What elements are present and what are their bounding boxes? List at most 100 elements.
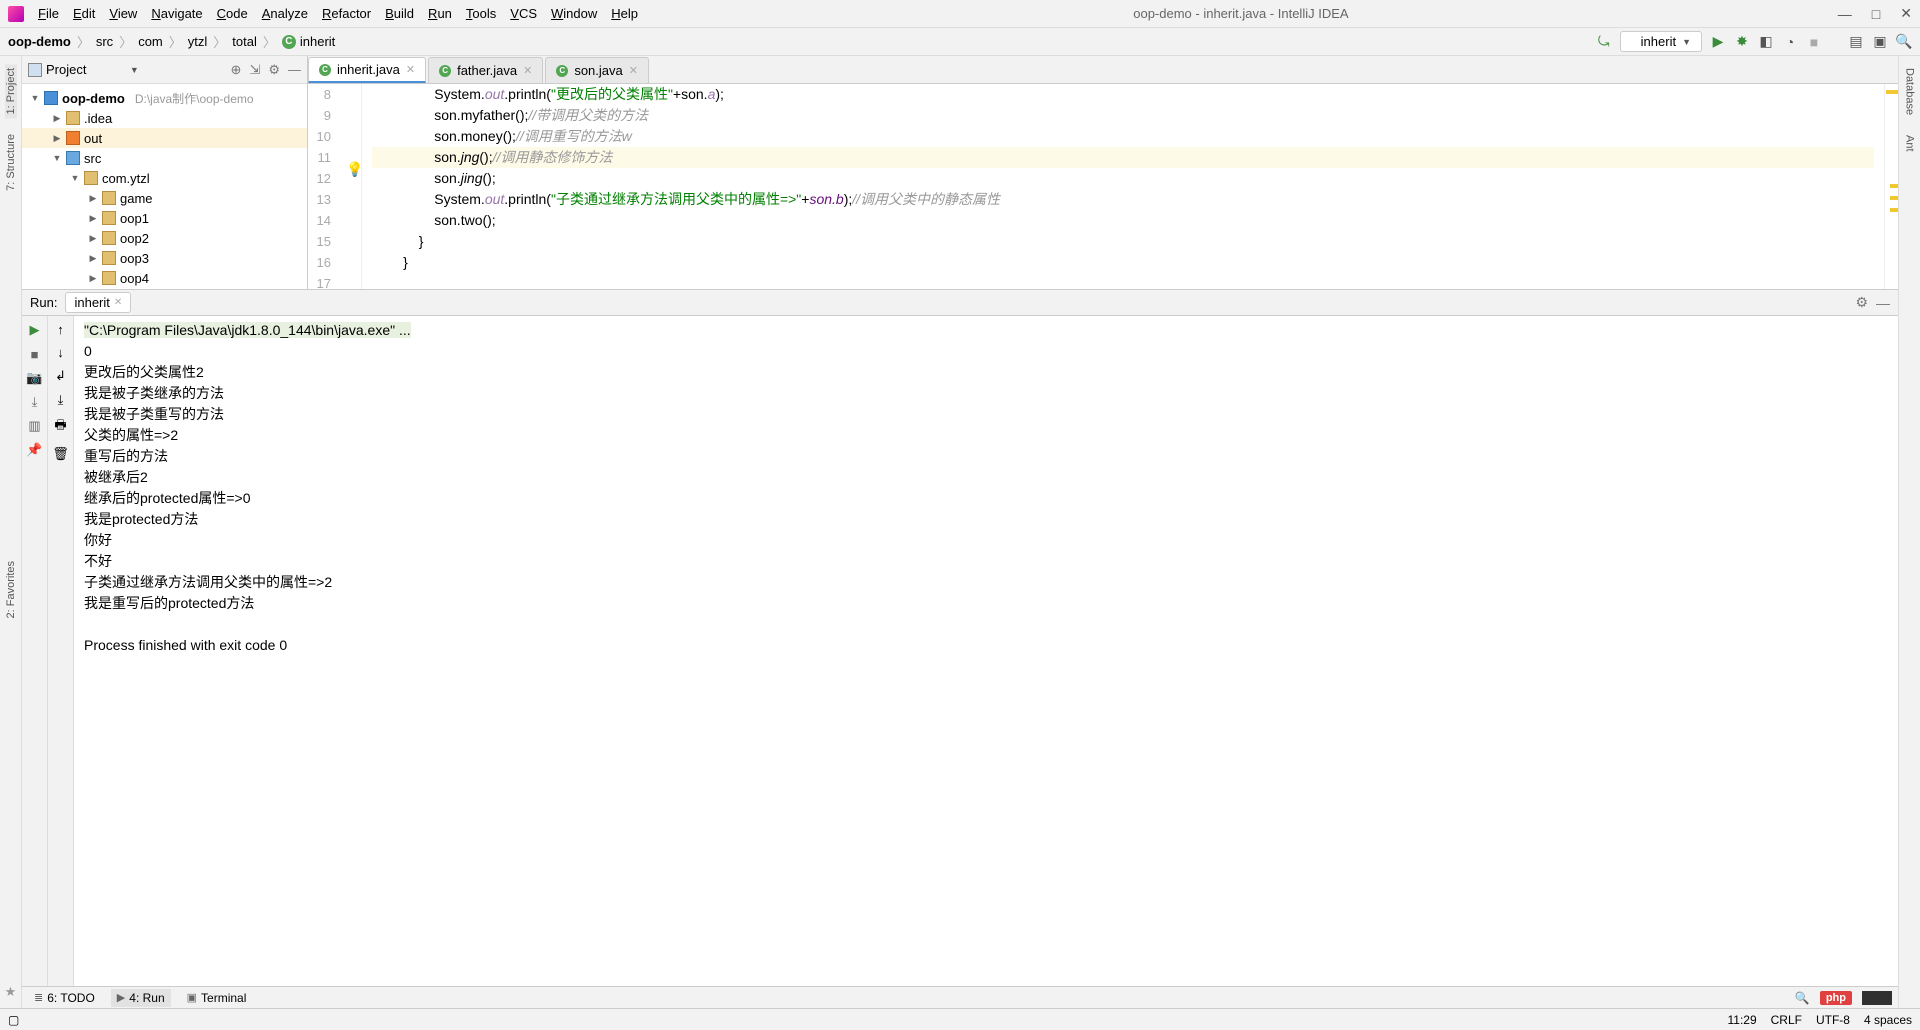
- tree-item-oop2[interactable]: oop2: [22, 228, 307, 248]
- rerun-icon[interactable]: ▶: [27, 322, 43, 338]
- tree-item-com.ytzl[interactable]: com.ytzl: [22, 168, 307, 188]
- breadcrumb-item[interactable]: oop-demo: [8, 34, 71, 49]
- left-tab-project[interactable]: 1: Project: [5, 64, 17, 118]
- tree-item-oop3[interactable]: oop3: [22, 248, 307, 268]
- close-icon[interactable]: ✕: [523, 64, 532, 77]
- left-tab-favorites[interactable]: 2: Favorites: [5, 557, 17, 622]
- expand-arrow-icon[interactable]: [70, 173, 80, 183]
- profile-icon[interactable]: ◔: [1782, 34, 1798, 50]
- search-icon[interactable]: 🔍: [1896, 34, 1912, 50]
- menu-tools[interactable]: Tools: [460, 4, 502, 23]
- menu-navigate[interactable]: Navigate: [145, 4, 208, 23]
- breadcrumb-item[interactable]: ytzl: [188, 34, 208, 49]
- exit-icon[interactable]: ⤓: [27, 394, 43, 410]
- expand-arrow-icon[interactable]: [30, 93, 40, 103]
- breadcrumb-item[interactable]: total: [232, 34, 257, 49]
- project-tree[interactable]: oop-demoD:\java制作\oop-demo.ideaoutsrccom…: [22, 84, 307, 289]
- tree-item-oop4[interactable]: oop4: [22, 268, 307, 288]
- open-anywhere-icon[interactable]: ▣: [1872, 34, 1888, 50]
- expand-arrow-icon[interactable]: [88, 273, 98, 284]
- code-text[interactable]: System.out.println("更改后的父类属性"+son.a); so…: [362, 84, 1884, 289]
- run-config-selector[interactable]: inherit ▼: [1620, 31, 1702, 52]
- chevron-down-icon[interactable]: ▼: [130, 65, 139, 75]
- status-widget-dark[interactable]: [1862, 991, 1892, 1005]
- bottom-tab-terminal[interactable]: ▣Terminal: [181, 989, 253, 1007]
- collapse-all-icon[interactable]: ⇲: [249, 62, 260, 78]
- status-icon[interactable]: ▢: [8, 1013, 19, 1027]
- project-structure-icon[interactable]: ▤: [1848, 34, 1864, 50]
- hide-panel-icon[interactable]: —: [288, 62, 301, 77]
- close-button[interactable]: ✕: [1900, 5, 1912, 22]
- bottom-tab-run[interactable]: ▶4: Run: [111, 989, 171, 1007]
- close-icon[interactable]: ✕: [629, 64, 638, 77]
- menu-help[interactable]: Help: [605, 4, 644, 23]
- expand-arrow-icon[interactable]: [52, 133, 62, 144]
- menu-view[interactable]: View: [103, 4, 143, 23]
- gear-icon[interactable]: ⚙: [1855, 294, 1868, 311]
- caret-position[interactable]: 11:29: [1727, 1013, 1756, 1027]
- breadcrumb-item[interactable]: com: [138, 34, 163, 49]
- expand-arrow-icon[interactable]: [52, 153, 62, 163]
- breadcrumb-item[interactable]: inherit: [300, 34, 335, 49]
- scroll-to-end-icon[interactable]: ⤓: [58, 392, 64, 408]
- expand-arrow-icon[interactable]: [88, 253, 98, 264]
- left-tab-structure[interactable]: 7: Structure: [5, 130, 17, 195]
- menu-analyze[interactable]: Analyze: [256, 4, 314, 23]
- layout-icon[interactable]: ▥: [27, 418, 43, 434]
- gear-icon[interactable]: ⚙: [268, 62, 280, 78]
- stop-icon[interactable]: ■: [27, 346, 43, 362]
- menu-refactor[interactable]: Refactor: [316, 4, 377, 23]
- menu-edit[interactable]: Edit: [67, 4, 101, 23]
- line-separator[interactable]: CRLF: [1771, 1013, 1802, 1027]
- tree-root[interactable]: oop-demoD:\java制作\oop-demo: [22, 88, 307, 108]
- intention-bulb-icon[interactable]: 💡: [346, 159, 363, 180]
- expand-arrow-icon[interactable]: [88, 213, 98, 224]
- run-icon[interactable]: ▶: [1710, 34, 1726, 50]
- tree-item-out[interactable]: out: [22, 128, 307, 148]
- tree-item-src[interactable]: src: [22, 148, 307, 168]
- softwrap-icon[interactable]: ↲: [55, 368, 66, 384]
- menu-window[interactable]: Window: [545, 4, 603, 23]
- tree-item-oop1[interactable]: oop1: [22, 208, 307, 228]
- maximize-button[interactable]: □: [1872, 6, 1880, 22]
- editor-overview-ruler[interactable]: [1884, 84, 1898, 289]
- bottom-tab-todo[interactable]: ≣6: TODO: [28, 989, 101, 1007]
- print-icon[interactable]: 🖶: [54, 416, 66, 438]
- down-icon[interactable]: ↓: [57, 345, 64, 360]
- menu-code[interactable]: Code: [211, 4, 254, 23]
- expand-arrow-icon[interactable]: [52, 113, 62, 124]
- menu-file[interactable]: File: [32, 4, 65, 23]
- pin-icon[interactable]: 📌: [27, 442, 43, 458]
- menu-run[interactable]: Run: [422, 4, 458, 23]
- indent-setting[interactable]: 4 spaces: [1864, 1013, 1912, 1027]
- breadcrumb-item[interactable]: src: [96, 34, 113, 49]
- locate-icon[interactable]: ⊕: [231, 62, 242, 78]
- right-tab-database[interactable]: Database: [1904, 64, 1916, 119]
- php-badge[interactable]: php: [1820, 991, 1852, 1005]
- run-tab-inherit[interactable]: inherit ✕: [65, 292, 131, 313]
- menu-build[interactable]: Build: [379, 4, 420, 23]
- event-log-search-icon[interactable]: 🔍: [1795, 991, 1810, 1005]
- minimize-button[interactable]: —: [1838, 6, 1852, 22]
- build-icon[interactable]: ⤿: [1596, 34, 1612, 50]
- tree-item-.idea[interactable]: .idea: [22, 108, 307, 128]
- close-icon[interactable]: ✕: [406, 63, 415, 76]
- stop-icon[interactable]: ■: [1806, 34, 1822, 50]
- debug-icon[interactable]: ✸: [1734, 34, 1750, 50]
- right-tab-ant[interactable]: Ant: [1904, 131, 1916, 156]
- file-encoding[interactable]: UTF-8: [1816, 1013, 1850, 1027]
- clear-icon[interactable]: 🗑: [52, 446, 69, 462]
- expand-arrow-icon[interactable]: [88, 233, 98, 244]
- expand-arrow-icon[interactable]: [88, 193, 98, 204]
- tree-item-game[interactable]: game: [22, 188, 307, 208]
- editor-tab-father.java[interactable]: Cfather.java✕: [428, 57, 543, 83]
- close-icon[interactable]: ✕: [114, 297, 122, 308]
- console-output[interactable]: "C:\Program Files\Java\jdk1.8.0_144\bin\…: [74, 316, 1898, 986]
- up-icon[interactable]: ↑: [57, 322, 64, 337]
- menu-vcs[interactable]: VCS: [504, 4, 543, 23]
- editor-tab-son.java[interactable]: Cson.java✕: [545, 57, 649, 83]
- dump-icon[interactable]: 📷: [27, 370, 43, 386]
- hide-panel-icon[interactable]: —: [1876, 295, 1890, 311]
- editor-tab-inherit.java[interactable]: Cinherit.java✕: [308, 57, 426, 83]
- coverage-icon[interactable]: ◧: [1758, 34, 1774, 50]
